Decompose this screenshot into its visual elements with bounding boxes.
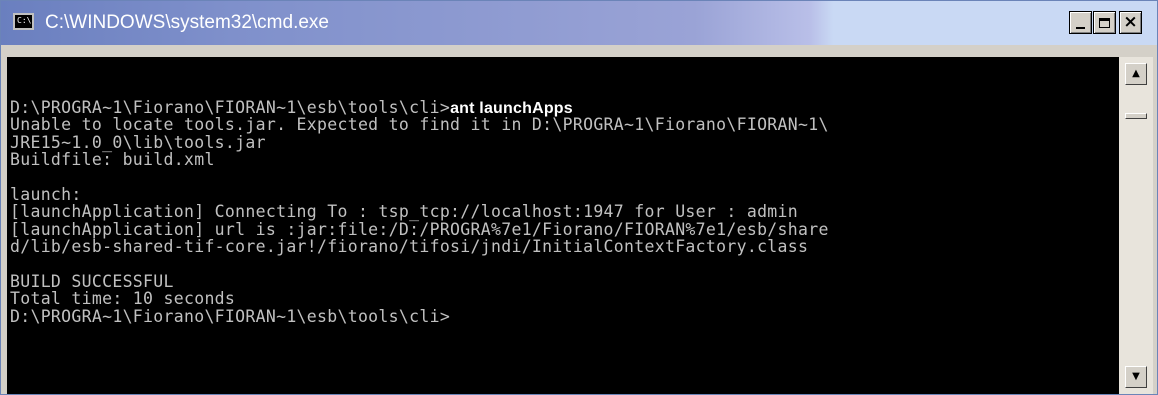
console-line: D:\PROGRA~1\Fiorano\FIORAN~1\esb\tools\c… <box>10 98 829 117</box>
console-line-text: BUILD SUCCESSFUL <box>10 271 174 291</box>
console-output[interactable]: D:\PROGRA~1\Fiorano\FIORAN~1\esb\tools\c… <box>7 57 1119 394</box>
console-icon[interactable]: C:\ <box>13 13 34 30</box>
scroll-up-arrow-icon: ▲ <box>1132 68 1140 79</box>
console-line: [launchApplication] Connecting To : tsp_… <box>10 203 829 220</box>
console-line: Buildfile: build.xml <box>10 151 829 168</box>
console-line: D:\PROGRA~1\Fiorano\FIORAN~1\esb\tools\c… <box>10 306 829 326</box>
console-line-text: Total time: 10 seconds <box>10 289 236 309</box>
console-line-text: D:\PROGRA~1\Fiorano\FIORAN~1\esb\tools\c… <box>10 98 451 117</box>
console-line: launch: <box>10 186 829 203</box>
scroll-down-button[interactable]: ▼ <box>1125 366 1147 388</box>
console-line-text: JRE15~1.0_0\lib\tools.jar <box>10 132 266 152</box>
console-line-text: d/lib/esb-shared-tif-core.jar!/fiorano/t… <box>10 237 809 257</box>
scroll-thumb[interactable] <box>1125 113 1147 119</box>
console-line: JRE15~1.0_0\lib\tools.jar <box>10 134 829 151</box>
console-line: Unable to locate tools.jar. Expected to … <box>10 116 829 133</box>
maximize-button[interactable] <box>1093 11 1116 34</box>
minimize-button[interactable] <box>1069 11 1092 34</box>
console-line: BUILD SUCCESSFUL <box>10 273 829 290</box>
console-line: [launchApplication] url is :jar:file:/D:… <box>10 221 829 238</box>
minimize-icon <box>1076 26 1085 29</box>
maximize-icon <box>1099 17 1110 28</box>
console-line-text: launch: <box>10 184 82 204</box>
console-line: Total time: 10 seconds <box>10 290 829 307</box>
window-title: C:\WINDOWS\system32\cmd.exe <box>45 12 329 33</box>
console-line-text: D:\PROGRA~1\Fiorano\FIORAN~1\esb\tools\c… <box>10 306 451 326</box>
scroll-up-button[interactable]: ▲ <box>1125 63 1147 85</box>
console-text: D:\PROGRA~1\Fiorano\FIORAN~1\esb\tools\c… <box>10 99 829 325</box>
console-window: C:\ C:\WINDOWS\system32\cmd.exe × D:\PRO… <box>0 0 1158 395</box>
title-bar[interactable]: C:\ C:\WINDOWS\system32\cmd.exe × <box>1 1 1157 45</box>
console-line-text: Buildfile: build.xml <box>10 150 215 170</box>
scroll-down-arrow-icon: ▼ <box>1132 371 1140 382</box>
console-line-text: [launchApplication] url is :jar:file:/D:… <box>10 219 829 239</box>
close-icon: × <box>1123 12 1138 32</box>
console-icon-label: C:\ <box>17 16 32 25</box>
vertical-scrollbar[interactable]: ▲ ▼ <box>1119 57 1153 394</box>
console-line-text: Unable to locate tools.jar. Expected to … <box>10 115 829 135</box>
close-button[interactable]: × <box>1119 11 1142 34</box>
console-line-text: [launchApplication] Connecting To : tsp_… <box>10 202 799 222</box>
console-line: d/lib/esb-shared-tif-core.jar!/fiorano/t… <box>10 238 829 255</box>
